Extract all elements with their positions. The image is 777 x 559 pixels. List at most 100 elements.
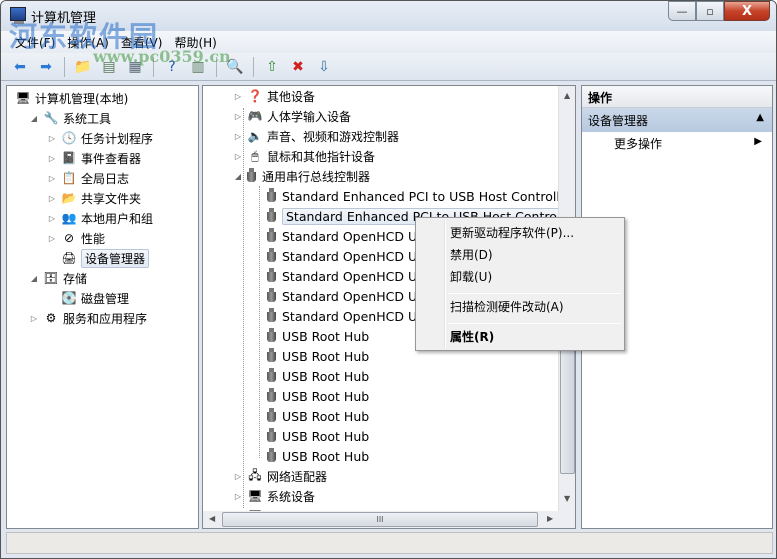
expand-arrow-icon[interactable]: ▷ [233, 132, 243, 141]
device-category-label: 系统设备 [267, 489, 316, 504]
status-bar [6, 532, 773, 554]
context-menu-item[interactable]: 更新驱动程序软件(P)... [450, 224, 574, 241]
device-category[interactable]: ▷ 🖱 鼠标和其他指针设备 [233, 146, 375, 166]
minimize-button[interactable]: — [668, 1, 696, 21]
console-tree-label: 共享文件夹 [81, 191, 142, 206]
uninstall-button[interactable]: ✖ [287, 56, 309, 78]
device-item[interactable]: USB Root Hub [263, 366, 369, 386]
console-tree-item[interactable]: ▷ 📋 全局日志 [47, 168, 129, 188]
device-category[interactable]: ▷ 🖥 系统设备 [233, 486, 315, 506]
console-tree-item[interactable]: ◢ 🗄 存储 [29, 268, 87, 288]
device-item[interactable]: USB Root Hub [263, 346, 369, 366]
back-icon: ⬅ [14, 58, 26, 75]
usb-device-icon [267, 328, 276, 344]
collapse-arrow-icon[interactable]: ▲ [756, 112, 764, 123]
usb-device-icon [267, 368, 276, 384]
console-tree-item[interactable]: ▷ 📂 共享文件夹 [47, 188, 141, 208]
console-tree-item[interactable]: ▷ ⊘ 性能 [47, 228, 105, 248]
scroll-down-arrow[interactable]: ▼ [564, 494, 570, 503]
storage-icon: 🗄 [43, 271, 59, 285]
console-tree-item[interactable]: 🖨 设备管理器 [47, 248, 150, 268]
device-item[interactable]: Standard Enhanced PCI to USB Host Contro… [263, 186, 558, 206]
expand-arrow-icon[interactable]: ▷ [233, 112, 243, 121]
actions-section-device-manager[interactable]: 设备管理器 ▲ [582, 108, 772, 132]
system-devices-icon: 🖥 [247, 489, 263, 503]
usb-icon [247, 168, 256, 184]
disk-icon: 💽 [61, 291, 77, 305]
usb-device-icon [267, 408, 276, 424]
expand-arrow-icon[interactable]: ▷ [233, 152, 243, 161]
update-driver-button[interactable]: ⇧ [261, 56, 283, 78]
context-menu-item[interactable]: 扫描检测硬件改动(A) [450, 298, 564, 315]
context-menu-item[interactable]: 禁用(D) [450, 246, 493, 263]
console-tree-label: 本地用户和组 [81, 211, 154, 226]
maximize-icon: ▫ [706, 4, 714, 18]
device-category[interactable]: ◢ 通用串行总线控制器 [233, 166, 370, 186]
console-tree-label: 事件查看器 [81, 151, 142, 166]
watermark-url: www.pc0359.cn [93, 47, 231, 66]
usb-device-icon [267, 208, 276, 224]
expand-arrow-icon[interactable]: ▷ [233, 92, 243, 101]
console-tree-item[interactable]: ▷ 📓 事件查看器 [47, 148, 141, 168]
collapse-arrow-icon[interactable]: ◢ [29, 274, 39, 283]
console-tree-label: 存储 [63, 271, 88, 286]
users-icon: 👥 [61, 211, 77, 225]
vertical-scroll-thumb[interactable] [560, 344, 575, 474]
expand-arrow-icon[interactable]: ▷ [47, 194, 57, 203]
device-category[interactable]: ▷ 🔈 声音、视频和游戏控制器 [233, 126, 399, 146]
expand-arrow-icon[interactable]: ▷ [233, 472, 243, 481]
device-category-label: 人体学输入设备 [267, 109, 352, 124]
event-viewer-icon: 📓 [61, 151, 77, 165]
context-menu-item[interactable]: 属性(R) [450, 328, 494, 345]
device-item[interactable]: USB Root Hub [263, 426, 369, 446]
forward-button[interactable]: ➡ [35, 56, 57, 78]
console-tree-item[interactable]: 🖥 计算机管理(本地) [11, 88, 128, 108]
network-adapter-icon: 🖧 [248, 467, 262, 482]
collapse-arrow-icon[interactable]: ◢ [233, 172, 243, 181]
usb-device-icon [267, 308, 276, 324]
console-tree-label: 系统工具 [63, 111, 112, 126]
horizontal-scrollbar[interactable]: ◀ III ▶ [203, 511, 575, 528]
maximize-button[interactable]: ▫ [696, 1, 724, 21]
scroll-left-arrow[interactable]: ◀ [209, 514, 215, 523]
expand-arrow-icon[interactable]: ▷ [47, 174, 57, 183]
device-item[interactable]: USB Root Hub [263, 406, 369, 426]
device-category[interactable]: ▷ 🖧 网络适配器 [233, 466, 327, 486]
device-category-label: 声音、视频和游戏控制器 [267, 129, 400, 144]
disable-button[interactable]: ⇩ [313, 56, 335, 78]
device-item[interactable]: USB Root Hub [263, 326, 369, 346]
up-folder-icon: 📁 [74, 58, 92, 75]
device-item[interactable]: USB Root Hub [263, 386, 369, 406]
expand-arrow-icon[interactable]: ▷ [47, 134, 57, 143]
expand-arrow-icon[interactable]: ▷ [233, 492, 243, 501]
shared-folder-icon: 📂 [61, 191, 77, 205]
device-item[interactable]: USB Root Hub [263, 446, 369, 466]
scroll-right-arrow[interactable]: ▶ [547, 514, 553, 523]
console-tree-item[interactable]: ▷ ⚙ 服务和应用程序 [29, 308, 147, 328]
mouse-icon: 🖱 [251, 148, 259, 163]
more-actions-item[interactable]: 更多操作 ▶ [582, 132, 772, 154]
expand-arrow-icon[interactable]: ▷ [47, 234, 57, 243]
expand-arrow-icon[interactable]: ▷ [47, 154, 57, 163]
expand-arrow-icon[interactable]: ▷ [47, 214, 57, 223]
expand-arrow-icon[interactable]: ▷ [29, 314, 39, 323]
console-tree-label: 全局日志 [81, 171, 130, 186]
toolbar-separator [64, 56, 65, 77]
usb-device-icon [267, 188, 276, 204]
device-category[interactable]: ▷ ❓ 其他设备 [233, 86, 315, 106]
context-menu-item[interactable]: 卸载(U) [450, 268, 492, 285]
console-tree-item[interactable]: 💽 磁盘管理 [47, 288, 130, 308]
collapse-arrow-icon[interactable]: ◢ [29, 114, 39, 123]
console-tree-item[interactable]: ▷ 👥 本地用户和组 [47, 208, 153, 228]
scroll-up-arrow[interactable]: ▲ [564, 91, 570, 100]
device-category[interactable]: ▷ 🎮 人体学输入设备 [233, 106, 351, 126]
close-button[interactable]: X [724, 1, 770, 21]
console-tree-item[interactable]: ▷ 🕓 任务计划程序 [47, 128, 153, 148]
horizontal-scroll-thumb[interactable]: III [222, 512, 538, 527]
console-tree-label: 服务和应用程序 [63, 311, 148, 326]
up-folder-button[interactable]: 📁 [72, 56, 94, 78]
console-tree-item[interactable]: ◢ 🔧 系统工具 [29, 108, 111, 128]
back-button[interactable]: ⬅ [9, 56, 31, 78]
usb-device-icon [267, 248, 276, 264]
device-category-label: 通用串行总线控制器 [262, 169, 371, 184]
